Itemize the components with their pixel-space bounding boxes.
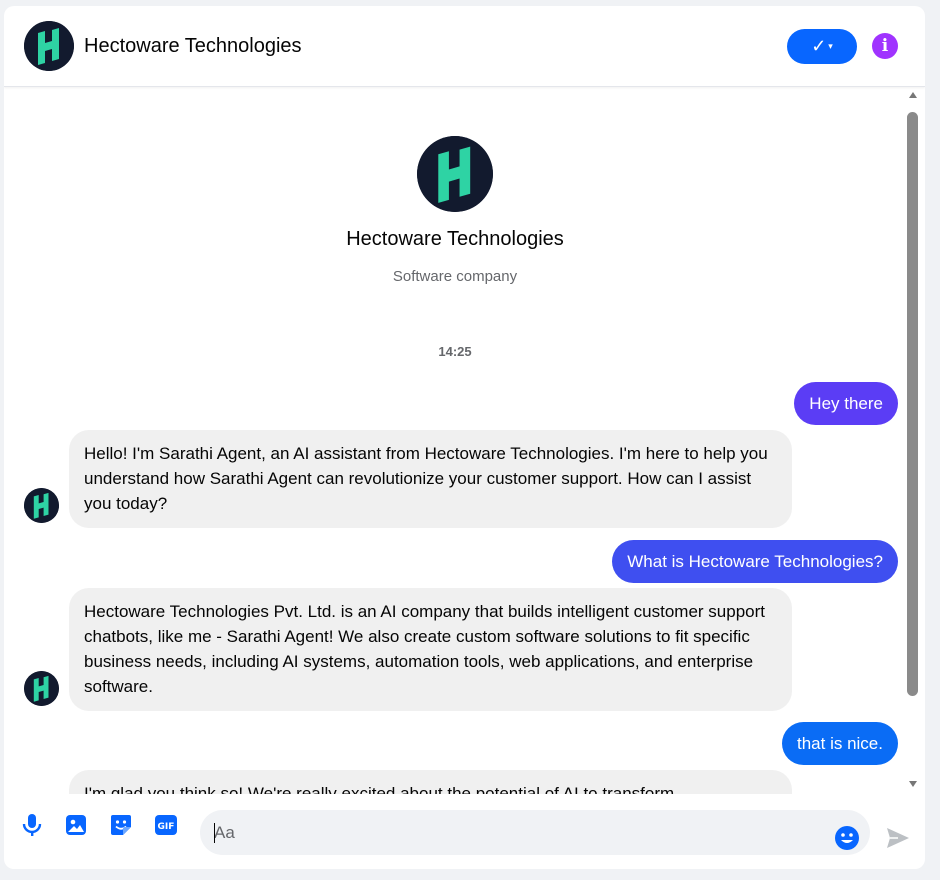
scroll-down-arrow-icon[interactable] (909, 781, 917, 787)
text-cursor (214, 823, 215, 843)
profile-name: Hectoware Technologies (346, 228, 564, 250)
incoming-message[interactable]: Hectoware Technologies Pvt. Ltd. is an A… (69, 588, 792, 711)
sticker-icon (111, 815, 131, 835)
message-composer: GIF (4, 798, 925, 869)
microphone-icon (22, 814, 42, 836)
verified-status-button[interactable]: ✓ ▾ (787, 29, 857, 64)
send-button[interactable] (885, 825, 911, 851)
image-icon (66, 815, 86, 835)
scroll-up-arrow-icon[interactable] (909, 92, 917, 98)
checkmark-icon: ✓ (811, 36, 827, 56)
incoming-message[interactable]: I'm glad you think so! We're really exci… (69, 770, 792, 794)
chevron-down-icon: ▾ (828, 41, 833, 51)
gif-icon: GIF (155, 815, 177, 835)
emoji-icon (835, 826, 859, 850)
svg-text:GIF: GIF (158, 822, 175, 832)
emoji-button[interactable] (834, 825, 860, 851)
scrollbar-thumb[interactable] (907, 112, 918, 696)
hectoware-logo-icon (24, 488, 59, 523)
outgoing-message[interactable]: What is Hectoware Technologies? (612, 540, 898, 583)
attach-image-button[interactable] (63, 812, 89, 838)
sticker-button[interactable] (108, 812, 134, 838)
chat-header: Hectoware Technologies ✓ ▾ i (4, 6, 925, 87)
message-list[interactable]: Hectoware Technologies Software company … (4, 88, 904, 794)
messenger-window: Hectoware Technologies ✓ ▾ i Hectoware T… (4, 6, 925, 869)
chat-scrollbar[interactable] (904, 88, 921, 794)
outgoing-message[interactable]: that is nice. (782, 722, 898, 765)
bot-avatar (24, 488, 59, 523)
profile-avatar (417, 136, 493, 212)
incoming-message[interactable]: Hello! I'm Sarathi Agent, an AI assistan… (69, 430, 792, 528)
microphone-button[interactable] (19, 812, 45, 838)
send-icon (887, 828, 909, 848)
message-input-wrapper (200, 810, 870, 855)
bot-avatar (24, 671, 59, 706)
hectoware-logo-icon (417, 136, 493, 212)
hectoware-logo-icon (24, 21, 74, 71)
message-timestamp: 14:25 (438, 344, 472, 359)
gif-button[interactable]: GIF (153, 812, 179, 838)
profile-subtitle: Software company (392, 268, 518, 285)
outgoing-message[interactable]: Hey there (794, 382, 898, 425)
hectoware-logo-icon (24, 671, 59, 706)
info-icon[interactable]: i (872, 33, 898, 59)
chat-title: Hectoware Technologies (84, 35, 302, 57)
header-avatar[interactable] (24, 21, 74, 71)
message-input[interactable] (214, 810, 824, 855)
